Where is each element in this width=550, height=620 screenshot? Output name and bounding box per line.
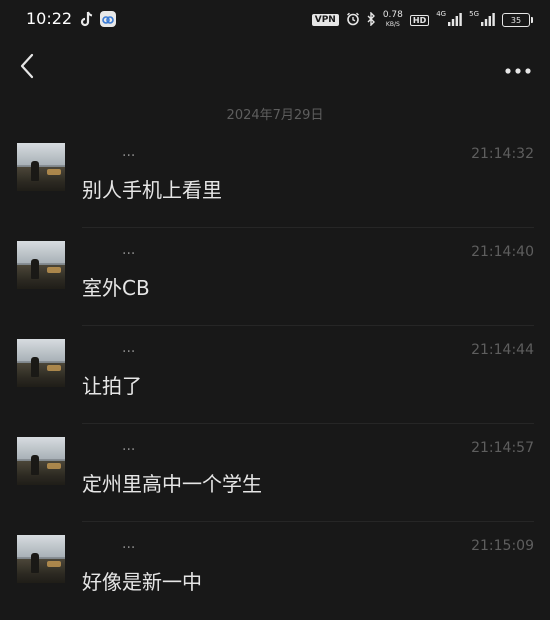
date-divider: 2024年7月29日 bbox=[226, 108, 324, 123]
message-text: 别人手机上看里 bbox=[82, 178, 222, 202]
message-time: 21:15:09 bbox=[471, 538, 534, 554]
bluetooth-icon bbox=[367, 10, 376, 30]
network-speed: 0.78 KB/S bbox=[383, 11, 403, 29]
signal-2: 5G bbox=[469, 9, 495, 30]
tiktok-icon bbox=[80, 11, 94, 27]
sender-name: ... bbox=[122, 438, 136, 454]
message-time: 21:14:57 bbox=[471, 440, 534, 456]
list-item[interactable]: ... 21:14:32 别人手机上看里 bbox=[0, 130, 550, 228]
app-icon bbox=[100, 11, 116, 27]
list-item[interactable]: ... 21:14:57 定州里高中一个学生 bbox=[0, 424, 550, 522]
sender-name: ... bbox=[122, 536, 136, 552]
message-text: 室外CB bbox=[82, 276, 150, 300]
network-speed-unit: KB/S bbox=[385, 21, 400, 28]
chevron-left-icon bbox=[19, 53, 35, 83]
status-icons: VPN 0.78 KB/S HD 4G 5G 35 bbox=[311, 9, 533, 31]
vpn-badge: VPN bbox=[311, 14, 339, 26]
nav-bar bbox=[0, 40, 550, 96]
list-item[interactable]: ... 21:14:40 室外CB bbox=[0, 228, 550, 326]
avatar[interactable] bbox=[17, 437, 65, 485]
list-item[interactable]: ... 21:15:09 好像是新一中 bbox=[0, 522, 550, 620]
battery-level: 35 bbox=[510, 15, 522, 25]
message-text: 定州里高中一个学生 bbox=[82, 472, 262, 496]
message-time: 21:14:44 bbox=[471, 342, 534, 358]
signal-1-label: 4G bbox=[436, 9, 447, 18]
signal-bars-icon bbox=[481, 11, 495, 30]
status-time: 10:22 bbox=[26, 9, 73, 28]
message-text: 让拍了 bbox=[82, 374, 142, 398]
avatar[interactable] bbox=[17, 339, 65, 387]
message-time: 21:14:40 bbox=[471, 244, 534, 260]
hd-badge: HD bbox=[409, 14, 430, 26]
signal-2-label: 5G bbox=[469, 9, 479, 18]
signal-bars-icon bbox=[448, 11, 462, 30]
alarm-icon bbox=[346, 11, 360, 30]
battery-icon: 35 bbox=[502, 13, 533, 27]
more-dots-icon bbox=[505, 59, 531, 78]
avatar[interactable] bbox=[17, 143, 65, 191]
signal-1: 4G bbox=[436, 9, 462, 30]
back-button[interactable] bbox=[12, 52, 42, 84]
avatar[interactable] bbox=[17, 241, 65, 289]
network-speed-value: 0.78 bbox=[382, 10, 403, 20]
sender-name: ... bbox=[122, 242, 136, 258]
avatar[interactable] bbox=[17, 535, 65, 583]
message-list: ... 21:14:32 别人手机上看里 ... 21:14:40 室外CB .… bbox=[0, 130, 550, 620]
list-item[interactable]: ... 21:14:44 让拍了 bbox=[0, 326, 550, 424]
sender-name: ... bbox=[122, 144, 136, 160]
message-time: 21:14:32 bbox=[471, 146, 534, 162]
sender-name: ... bbox=[122, 340, 136, 356]
status-bar: 10:22 VPN 0.78 KB/S HD 4G 5G 35 bbox=[0, 0, 550, 40]
message-text: 好像是新一中 bbox=[82, 570, 202, 594]
more-button[interactable] bbox=[502, 56, 534, 80]
